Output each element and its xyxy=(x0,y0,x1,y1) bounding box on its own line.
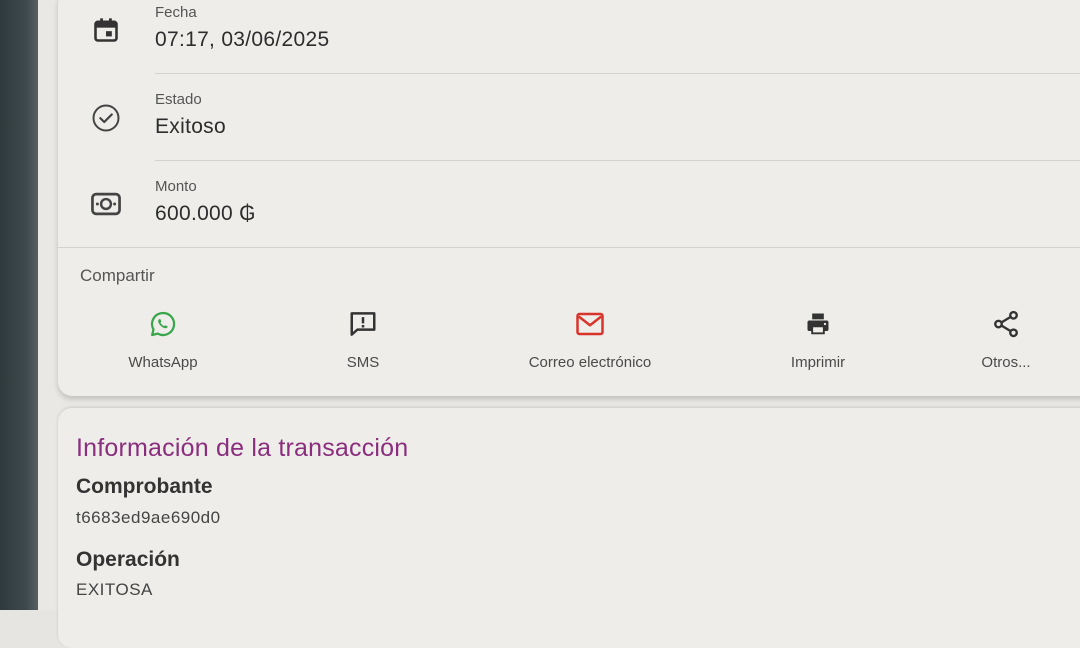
details-card: Fecha 07:17, 03/06/2025 Estado Exitoso M… xyxy=(58,0,1080,396)
share-email-button[interactable]: Correo electrónico xyxy=(510,308,670,371)
estado-label: Estado xyxy=(155,91,202,108)
screen: Fecha 07:17, 03/06/2025 Estado Exitoso M… xyxy=(38,0,1080,648)
share-sms-label: SMS xyxy=(346,354,380,371)
comprobante-value: t6683ed9ae690d0 xyxy=(76,508,221,527)
divider xyxy=(155,160,1080,161)
share-icon xyxy=(926,308,1080,340)
whatsapp-icon xyxy=(83,308,243,340)
share-print-button[interactable]: Imprimir xyxy=(738,308,898,371)
fecha-label: Fecha xyxy=(155,4,197,21)
divider xyxy=(58,247,1080,248)
share-more-button[interactable]: Otros... xyxy=(926,308,1080,371)
cash-icon xyxy=(88,186,124,222)
calendar-icon xyxy=(88,12,124,48)
operacion-value: EXITOSA xyxy=(76,580,153,599)
share-title: Compartir xyxy=(80,266,155,285)
share-more-label: Otros... xyxy=(981,354,1031,371)
share-email-label: Correo electrónico xyxy=(528,354,652,371)
check-circle-icon xyxy=(88,100,124,136)
operacion-label: Operación xyxy=(76,548,180,571)
fecha-value: 07:17, 03/06/2025 xyxy=(155,28,330,51)
monto-label: Monto xyxy=(155,178,197,195)
transaction-title: Información de la transacción xyxy=(76,434,409,462)
share-sms-button[interactable]: SMS xyxy=(283,308,443,371)
device-bezel xyxy=(0,0,38,610)
monto-value: 600.000 ₲ xyxy=(155,202,256,225)
transaction-card: Información de la transacción Comprobant… xyxy=(58,408,1080,648)
share-print-label: Imprimir xyxy=(790,354,846,371)
sms-icon xyxy=(283,308,443,340)
printer-icon xyxy=(738,308,898,340)
estado-value: Exitoso xyxy=(155,115,226,138)
divider xyxy=(155,73,1080,74)
mail-icon xyxy=(510,308,670,340)
share-whatsapp-button[interactable]: WhatsApp xyxy=(83,308,243,371)
share-whatsapp-label: WhatsApp xyxy=(128,354,198,371)
comprobante-label: Comprobante xyxy=(76,475,213,498)
